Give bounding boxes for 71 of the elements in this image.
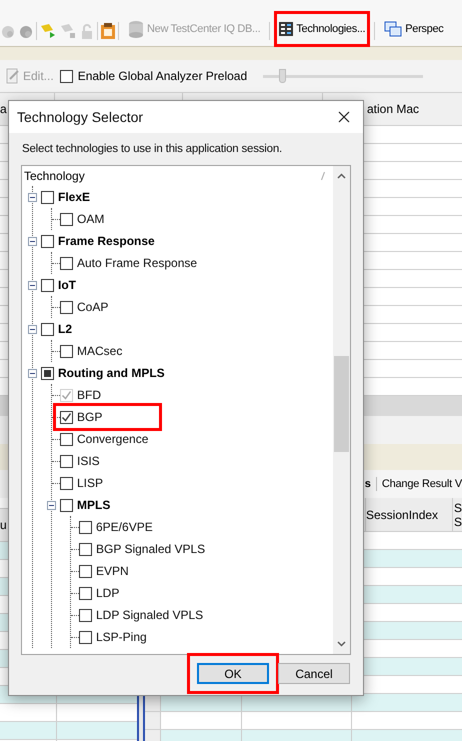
tree-item-label[interactable]: LDP	[96, 584, 120, 602]
collapse-icon[interactable]	[28, 236, 37, 246]
tree-item-label[interactable]: ISIS	[77, 452, 100, 470]
resize-grip-icon	[321, 172, 325, 180]
cancel-button[interactable]: Cancel	[278, 663, 350, 684]
column-header[interactable]: a	[0, 100, 7, 118]
tree-item-label[interactable]: CoAP	[77, 298, 108, 316]
collapse-icon[interactable]	[47, 500, 56, 510]
tree-item-label[interactable]: IoT	[58, 276, 76, 294]
tree-item-label[interactable]: Convergence	[77, 430, 148, 448]
column-header[interactable]: S S	[453, 498, 462, 531]
grid-icon	[279, 22, 294, 36]
column-header[interactable]: u	[0, 516, 7, 534]
slider-thumb[interactable]	[279, 68, 286, 82]
checkbox[interactable]	[79, 564, 92, 578]
checkbox[interactable]	[79, 630, 92, 644]
checkbox[interactable]	[79, 542, 92, 556]
tree-item-label[interactable]: Routing and MPLS	[58, 364, 165, 382]
checkbox[interactable]	[60, 70, 73, 82]
toolbar-text[interactable]: Change Result V	[382, 476, 462, 492]
toolbar-button[interactable]: Technologies...	[274, 11, 370, 47]
scrollbar-thumb[interactable]	[334, 356, 349, 452]
instruction-text: Select technologies to use in this application session.	[21, 142, 284, 157]
checkbox[interactable]	[41, 278, 54, 292]
checkbox[interactable]	[60, 410, 73, 424]
tree-item-label[interactable]: MACsec	[77, 342, 122, 360]
database-icon	[128, 20, 144, 38]
tree-item-label[interactable]: L2	[58, 320, 72, 338]
checkbox[interactable]	[41, 234, 54, 248]
checkbox[interactable]	[41, 322, 54, 336]
tree-item-label[interactable]: LISP	[77, 474, 104, 492]
column-header[interactable]: ation Mac	[367, 100, 420, 118]
column-header[interactable]: Technology	[24, 167, 85, 185]
checkbox[interactable]	[79, 586, 92, 600]
checkbox[interactable]	[60, 476, 73, 490]
collapse-icon[interactable]	[28, 192, 37, 202]
checkbox[interactable]	[60, 344, 73, 358]
clipboard-icon[interactable]	[100, 22, 116, 40]
tree-item-label[interactable]: 6PE/6VPE	[96, 518, 153, 536]
checkbox-label: Enable Global Analyzer Preload	[78, 68, 248, 85]
tree-item-label[interactable]: LDP Signaled VPLS	[96, 606, 204, 624]
collapse-icon[interactable]	[28, 280, 37, 290]
collapse-icon[interactable]	[28, 324, 37, 334]
windows-icon	[384, 21, 402, 37]
tree-item-label[interactable]: LSP-Ping	[96, 628, 147, 646]
column-header[interactable]: SessionIndex	[365, 498, 453, 531]
checkbox[interactable]	[41, 366, 54, 380]
toolbar-text[interactable]: s	[364, 476, 371, 492]
checkbox[interactable]	[60, 432, 73, 446]
tree-item-label[interactable]: EVPN	[96, 562, 129, 580]
tree-item-label[interactable]: Frame Response	[58, 232, 155, 250]
checkbox[interactable]	[60, 300, 73, 314]
tree-item-label[interactable]: Auto Frame Response	[77, 254, 198, 272]
collapse-icon[interactable]	[28, 368, 37, 378]
checkbox[interactable]	[60, 454, 73, 468]
checkbox[interactable]	[79, 520, 92, 534]
edit-icon	[6, 68, 20, 84]
close-icon	[338, 111, 350, 123]
checkbox[interactable]	[60, 256, 73, 270]
tree-item-label[interactable]: OAM	[77, 210, 104, 228]
checkbox[interactable]	[60, 212, 73, 226]
tree-item-label[interactable]: BGP	[77, 408, 102, 426]
scrollbar[interactable]	[333, 166, 350, 654]
checkbox[interactable]	[60, 498, 73, 512]
tree-item-label[interactable]: MPLS	[77, 496, 110, 514]
tree-item-label[interactable]: FlexE	[58, 188, 90, 206]
slider[interactable]	[263, 68, 424, 84]
checkbox[interactable]	[41, 190, 54, 204]
window-title: Technology Selector	[17, 108, 144, 127]
tree-item-label[interactable]: BGP Signaled VPLS	[96, 540, 206, 558]
checkbox[interactable]	[79, 608, 92, 622]
